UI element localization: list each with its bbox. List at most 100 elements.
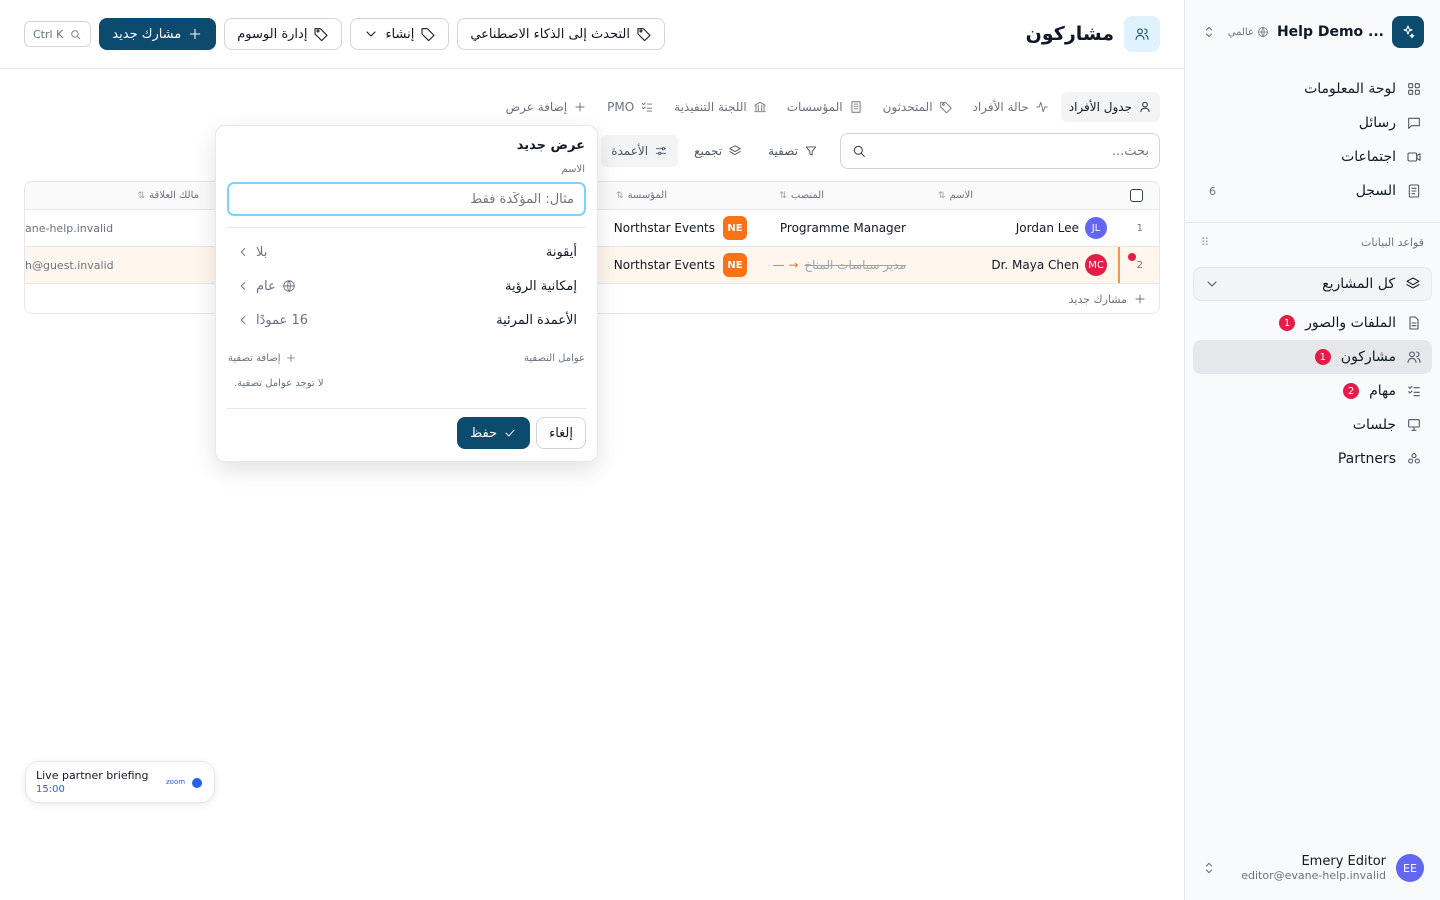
avatar: EE xyxy=(1396,854,1424,882)
columns-button[interactable]: الأعمدة xyxy=(601,135,679,167)
sort-icon: ⇅ xyxy=(616,190,624,201)
avatar: JL xyxy=(1085,217,1107,239)
role-cell[interactable]: مدير سياسات المناخ → — xyxy=(773,247,906,283)
page-title-group: مشاركون xyxy=(1026,16,1160,52)
nav-item-meetings[interactable]: اجتماعات xyxy=(1193,140,1432,174)
owner-cell[interactable]: h@guest.invalid xyxy=(25,247,114,283)
column-header-organisation[interactable]: المؤسسة ⇅ xyxy=(616,182,667,209)
project-selector[interactable]: كل المشاريع xyxy=(1193,267,1432,301)
owner-cell[interactable]: ane-help.invalid xyxy=(25,210,113,246)
log-count: 6 xyxy=(1209,184,1216,198)
chevron-updown-icon xyxy=(1201,860,1217,876)
column-header-owner[interactable]: مالك العلاقة ⇅ xyxy=(138,182,199,209)
column-header-name[interactable]: الاسم ⇅ xyxy=(938,182,973,209)
databases-section-label: قواعد البيانات ⠿ xyxy=(1201,236,1424,249)
cancel-button[interactable]: إلغاء xyxy=(536,417,586,449)
message-icon xyxy=(1406,115,1422,131)
db-label: الملفات والصور xyxy=(1305,315,1396,331)
view-tabs: جدول الأفراد حالة الأفراد المتحدثون المؤ… xyxy=(498,92,1160,122)
org-name: Northstar Events xyxy=(613,258,715,272)
tab-organisations[interactable]: المؤسسات xyxy=(779,92,871,122)
nav-item-messages[interactable]: رسائل xyxy=(1193,106,1432,140)
divider xyxy=(227,227,586,228)
log-icon xyxy=(1406,183,1422,199)
db-label: مهام xyxy=(1369,383,1396,399)
button-label: مشارك جديد xyxy=(112,26,182,42)
db-item-files[interactable]: الملفات والصور 1 xyxy=(1193,306,1432,340)
db-label: مشاركون xyxy=(1340,349,1396,365)
button-label: التحدث إلى الذكاء الاصطناعي xyxy=(470,26,630,42)
save-button[interactable]: حفظ xyxy=(457,417,531,449)
button-label: إلغاء xyxy=(549,425,573,441)
tab-label: PMO xyxy=(607,100,635,114)
filter-button[interactable]: تصفية xyxy=(758,135,828,167)
name-cell[interactable]: MC Dr. Maya Chen xyxy=(991,247,1107,283)
nav-item-dashboard[interactable]: لوحة المعلومات xyxy=(1193,72,1432,106)
ai-chat-button[interactable]: التحدث إلى الذكاء الاصطناعي xyxy=(457,18,665,50)
building-icon xyxy=(849,100,863,114)
user-menu[interactable]: EE Emery Editor editor@evane-help.invali… xyxy=(1201,850,1424,886)
select-all-checkbox[interactable] xyxy=(1130,189,1143,202)
tab-people-table[interactable]: جدول الأفراد xyxy=(1060,92,1160,122)
plus-icon xyxy=(187,26,203,42)
chevron-down-icon xyxy=(1204,276,1220,292)
create-dropdown-button[interactable]: إنشاء xyxy=(350,18,450,50)
user-name: Emery Editor xyxy=(1301,854,1386,869)
organisation-cell[interactable]: NE Northstar Events xyxy=(614,210,747,246)
tab-executive-committee[interactable]: اللجنة التنفيذية xyxy=(666,92,775,122)
name-field-label: الاسم xyxy=(561,164,585,175)
tab-people-status[interactable]: حالة الأفراد xyxy=(965,92,1057,122)
drag-handle-icon[interactable]: ⠿ xyxy=(1201,236,1209,249)
tab-add-view[interactable]: إضافة عرض xyxy=(498,92,595,122)
column-header-role[interactable]: المنصب ⇅ xyxy=(779,182,824,209)
popover-actions: إلغاء حفظ xyxy=(457,417,586,449)
add-filter-button[interactable]: إضافة تصفية xyxy=(228,352,297,364)
nav-label: رسائل xyxy=(1358,115,1396,131)
view-name-input[interactable] xyxy=(227,182,586,216)
icon-setting-row[interactable]: أيقونة بلا xyxy=(236,238,577,266)
divider xyxy=(227,408,586,409)
globe-icon xyxy=(1257,26,1269,38)
db-badge: 1 xyxy=(1314,349,1331,365)
workspace-switcher[interactable]: Help Demo ... عالمي xyxy=(1201,14,1424,50)
db-badge: 1 xyxy=(1279,315,1296,331)
tab-pmo[interactable]: PMO xyxy=(599,92,662,122)
setting-value: 16 عمودًا xyxy=(236,313,308,328)
main-nav: لوحة المعلومات رسائل اجتماعات السجل 6 xyxy=(1193,72,1432,208)
database-list: الملفات والصور 1 مشاركون 1 مهام 2 جلسات … xyxy=(1193,306,1432,476)
tab-label: اللجنة التنفيذية xyxy=(674,100,747,114)
db-item-sessions[interactable]: جلسات xyxy=(1193,408,1432,442)
group-button[interactable]: تجميع xyxy=(684,135,752,167)
role-cell[interactable]: Programme Manager xyxy=(780,210,906,246)
db-item-partners[interactable]: Partners xyxy=(1193,442,1432,476)
presentation-icon xyxy=(1406,417,1422,433)
organisation-cell[interactable]: NE Northstar Events xyxy=(614,247,747,283)
db-item-participants[interactable]: مشاركون 1 xyxy=(1193,340,1432,374)
users-icon xyxy=(1406,349,1422,365)
sort-icon: ⇅ xyxy=(779,190,787,201)
columns-setting-row[interactable]: الأعمدة المرئية 16 عمودًا xyxy=(236,306,577,334)
activity-icon xyxy=(1035,100,1049,114)
new-participant-button[interactable]: مشارك جديد xyxy=(99,18,217,50)
chevron-updown-icon[interactable] xyxy=(1201,24,1217,40)
user-icon xyxy=(1138,100,1152,114)
db-label: Partners xyxy=(1337,451,1396,467)
db-item-tasks[interactable]: مهام 2 xyxy=(1193,374,1432,408)
name-cell[interactable]: JL Jordan Lee xyxy=(1016,210,1107,246)
column-label: المنصب xyxy=(790,190,824,201)
db-label: جلسات xyxy=(1352,417,1396,433)
add-participant-row[interactable]: مشارك جديد xyxy=(1069,284,1147,313)
visibility-setting-row[interactable]: إمكانية الرؤية عام xyxy=(236,272,577,300)
org-name: Northstar Events xyxy=(613,221,715,235)
live-meeting-widget[interactable]: Live partner briefing 15:00 zoom xyxy=(25,761,215,803)
command-search-shortcut[interactable]: Ctrl K xyxy=(24,21,92,47)
column-label: الاسم xyxy=(949,190,973,201)
sliders-icon xyxy=(654,144,668,158)
nav-label: لوحة المعلومات xyxy=(1304,81,1396,97)
manage-tags-button[interactable]: إدارة الوسوم xyxy=(224,18,343,50)
search-input[interactable] xyxy=(875,143,1149,159)
tab-speakers[interactable]: المتحدثون xyxy=(875,92,961,122)
org-avatar: NE xyxy=(723,216,747,240)
nav-item-log[interactable]: السجل 6 xyxy=(1193,174,1432,208)
setting-label: أيقونة xyxy=(545,244,577,260)
